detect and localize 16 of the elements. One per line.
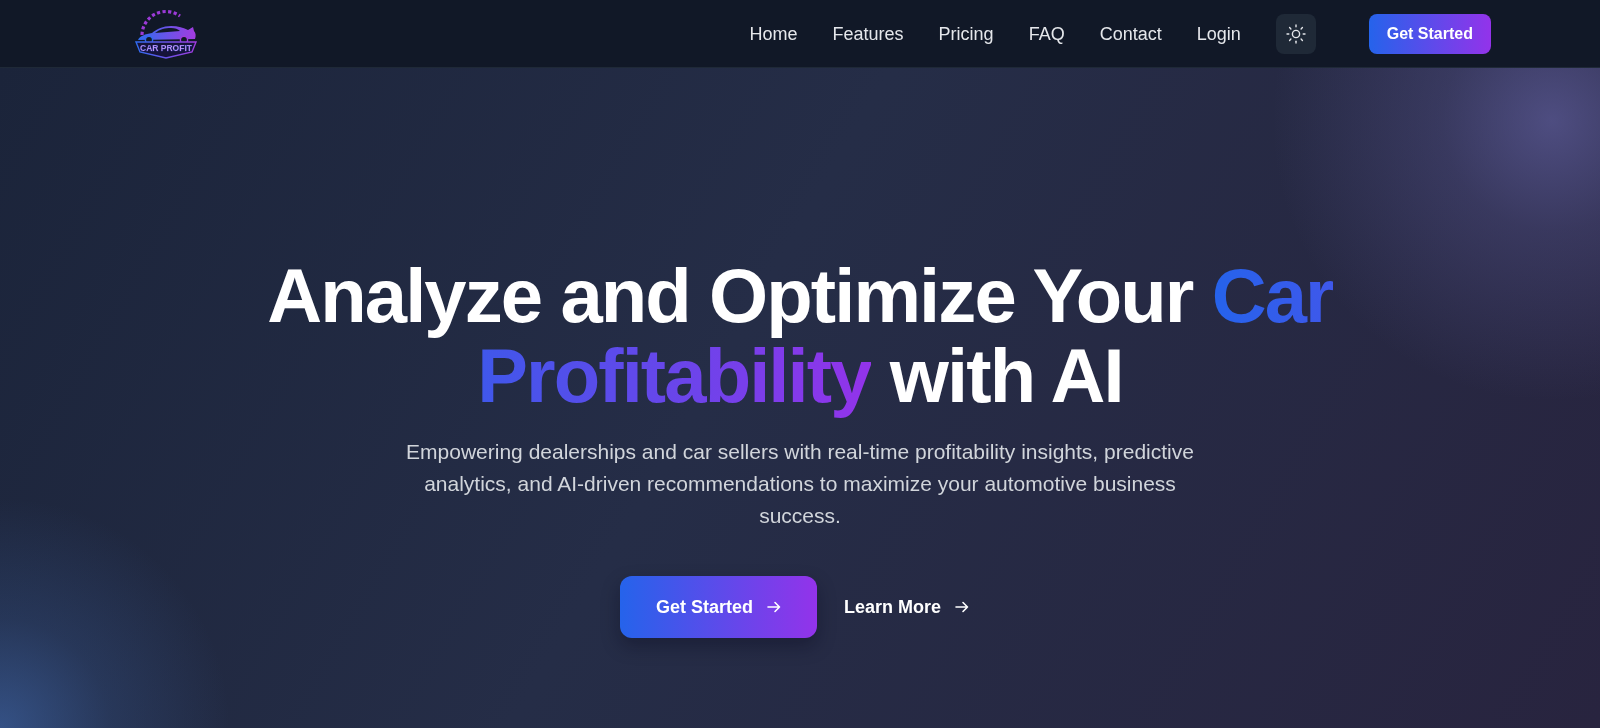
nav-link[interactable]: Login [1196,21,1241,46]
nav-link[interactable]: Home [749,21,798,46]
get-started-button[interactable]: Get Started [619,576,817,638]
logo[interactable]: CAR PROFIT [130,8,202,59]
nav-link[interactable]: FAQ [1028,21,1065,46]
sun-icon [1285,23,1306,44]
learn-more-link[interactable]: Learn More [833,576,981,638]
get-started-button[interactable]: Get Started [1368,13,1491,54]
nav-link[interactable]: Features [832,21,904,46]
arrow-right-icon [767,601,781,613]
nav-link[interactable]: Contact [1099,21,1162,46]
arrow-right-icon [955,601,970,613]
car-emblem-icon [134,9,198,59]
nav-link[interactable]: Pricing [938,21,994,46]
hero-subtitle: Empowering dealerships and car sellers with real-time profitability insights, predictive analytics, and AI-driven recommendations to maximize your automotive business success. [405,439,1195,529]
theme-toggle-button[interactable] [1275,13,1316,54]
